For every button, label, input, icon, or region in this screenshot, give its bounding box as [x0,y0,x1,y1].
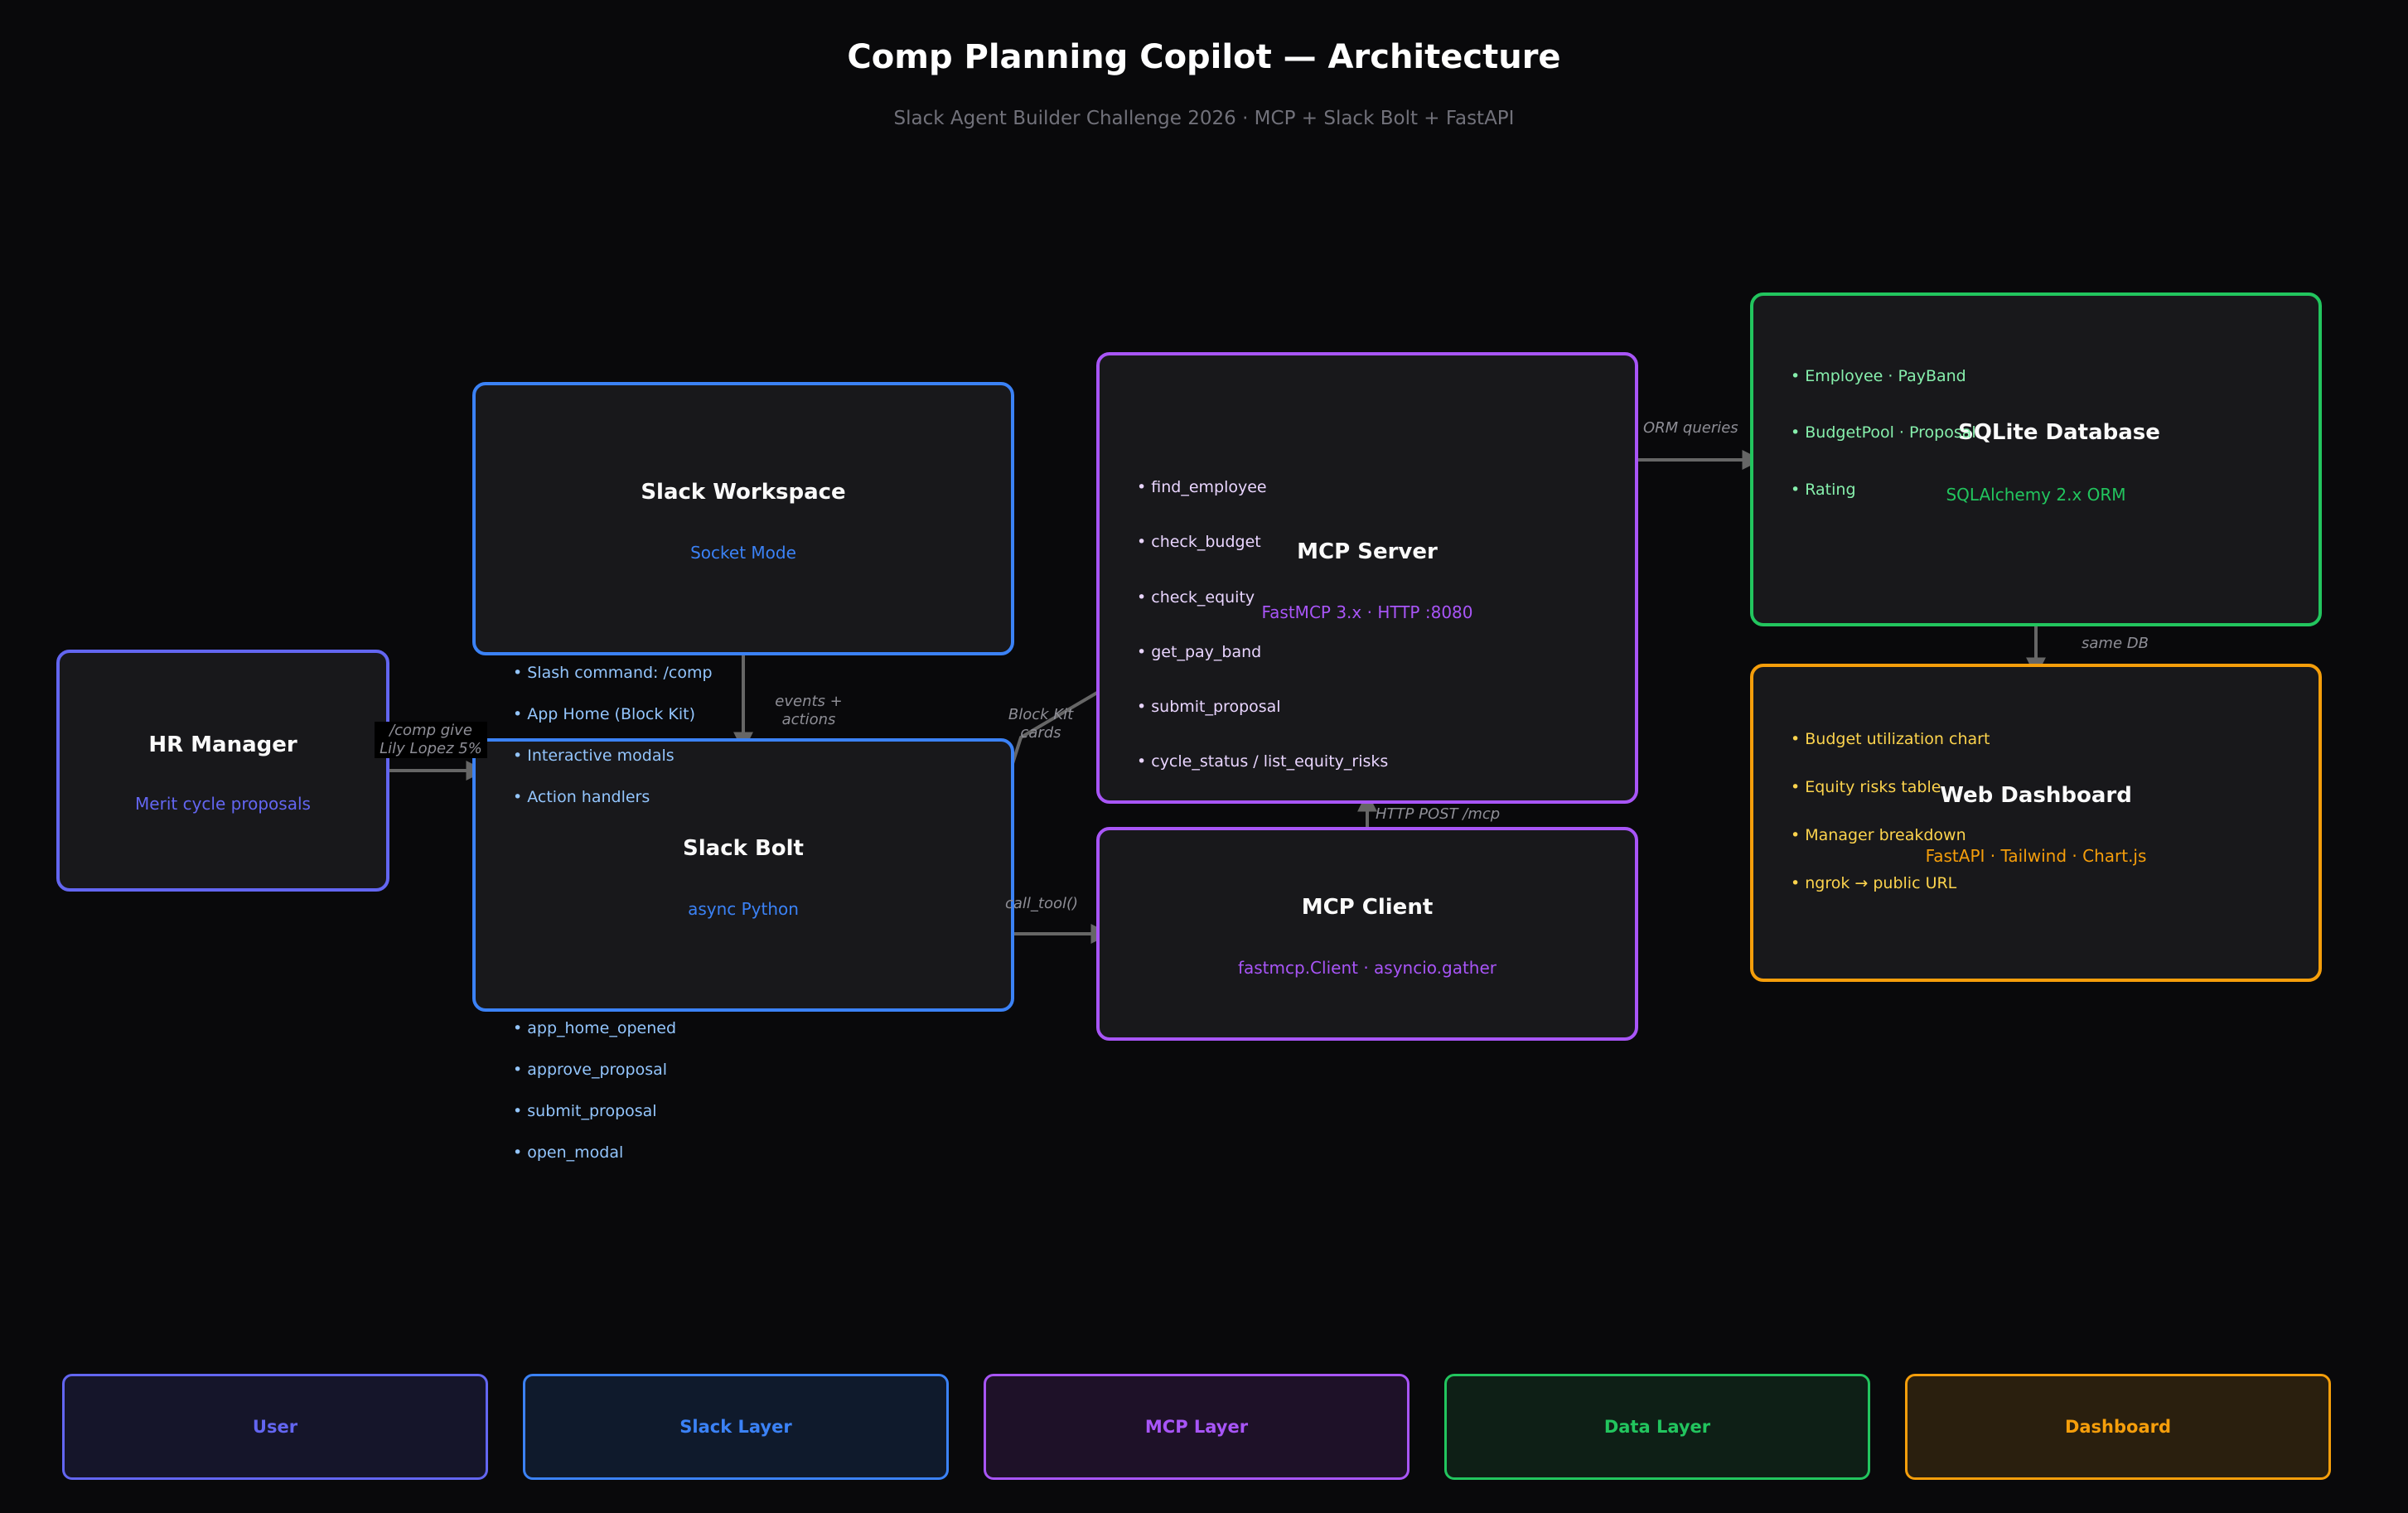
workspace-bullet: • Slash command: /comp [513,664,713,682]
mcp-tool-bullet: • get_pay_band [1137,643,1262,661]
mcp-tool-bullet: • check_budget [1137,533,1261,551]
edge-label-comp-give: /comp give Lily Lopez 5% [375,722,487,758]
web-dashboard-node: Web Dashboard FastAPI · Tailwind · Chart… [1750,664,2322,982]
bolt-bullet: • approve_proposal [513,1061,668,1079]
edge-label-line: Lily Lopez 5% [380,740,482,757]
sqlite-bullet: • BudgetPool · Proposal [1791,423,1976,442]
workspace-bullet: • App Home (Block Kit) [513,705,695,723]
workspace-bullet: • Action handlers [513,788,650,806]
hr-manager-subtitle: Merit cycle proposals [135,794,311,814]
legend-slack-layer: Slack Layer [523,1374,949,1480]
dashboard-bullet: • Manager breakdown [1791,826,1966,844]
sqlite-database-node: SQLite Database SQLAlchemy 2.x ORM [1750,292,2322,626]
mcp-tool-bullet: • find_employee [1137,478,1267,496]
edge-label-line: actions [781,711,836,728]
web-dashboard-subtitle: FastAPI · Tailwind · Chart.js [1925,846,2147,866]
edge-label-events-actions: events + actions [759,693,858,729]
edge-label-line: /comp give [389,722,472,739]
mcp-client-title: MCP Client [1301,895,1434,920]
edge-label-http-post: HTTP POST /mcp [1376,805,1501,823]
dashboard-bullet: • Equity risks table [1791,778,1941,796]
mcp-client-node: MCP Client fastmcp.Client · asyncio.gath… [1096,827,1638,1041]
edge-label-orm-queries: ORM queries [1643,419,1738,437]
dashboard-bullet: • ngrok → public URL [1791,874,1957,892]
arrow-server-to-bolt [994,683,1113,810]
bolt-bullet: • open_modal [513,1143,624,1162]
edge-label-line: events + [775,693,843,710]
mcp-tool-bullet: • check_equity [1137,588,1255,607]
edge-label-block-kit-cards: Block Kit cards [991,706,1090,742]
workspace-bullet: • Interactive modals [513,747,675,765]
mcp-tool-bullet: • submit_proposal [1137,698,1281,716]
edge-label-line: cards [1020,724,1061,742]
hr-manager-node: HR Manager Merit cycle proposals [56,650,389,892]
dashboard-bullet: • Budget utilization chart [1791,730,1990,748]
hr-manager-title: HR Manager [148,732,297,757]
edge-label-same-db: same DB [2082,635,2149,652]
edge-label-line: Block Kit [1008,706,1074,723]
sqlite-bullet: • Employee · PayBand [1791,367,1966,385]
sqlite-bullet: • Rating [1791,481,1856,499]
edge-label-call-tool: call_tool() [1005,895,1079,912]
mcp-tool-bullet: • cycle_status / list_equity_risks [1137,752,1389,771]
slack-bolt-title: Slack Bolt [683,836,804,861]
mcp-client-subtitle: fastmcp.Client · asyncio.gather [1237,958,1497,978]
legend-user: User [62,1374,488,1480]
slack-workspace-subtitle: Socket Mode [690,543,796,563]
slack-bolt-node: Slack Bolt async Python [472,738,1014,1012]
legend-dashboard: Dashboard [1905,1374,2331,1480]
bolt-bullet: • submit_proposal [513,1102,657,1120]
legend-mcp-layer: MCP Layer [984,1374,1410,1480]
slack-workspace-node: Slack Workspace Socket Mode [472,382,1014,655]
mcp-server-node: MCP Server FastMCP 3.x · HTTP :8080 [1096,352,1638,804]
legend-data-layer: Data Layer [1444,1374,1870,1480]
bolt-bullet: • app_home_opened [513,1019,677,1037]
slack-bolt-subtitle: async Python [688,899,799,919]
slack-workspace-title: Slack Workspace [641,480,846,505]
